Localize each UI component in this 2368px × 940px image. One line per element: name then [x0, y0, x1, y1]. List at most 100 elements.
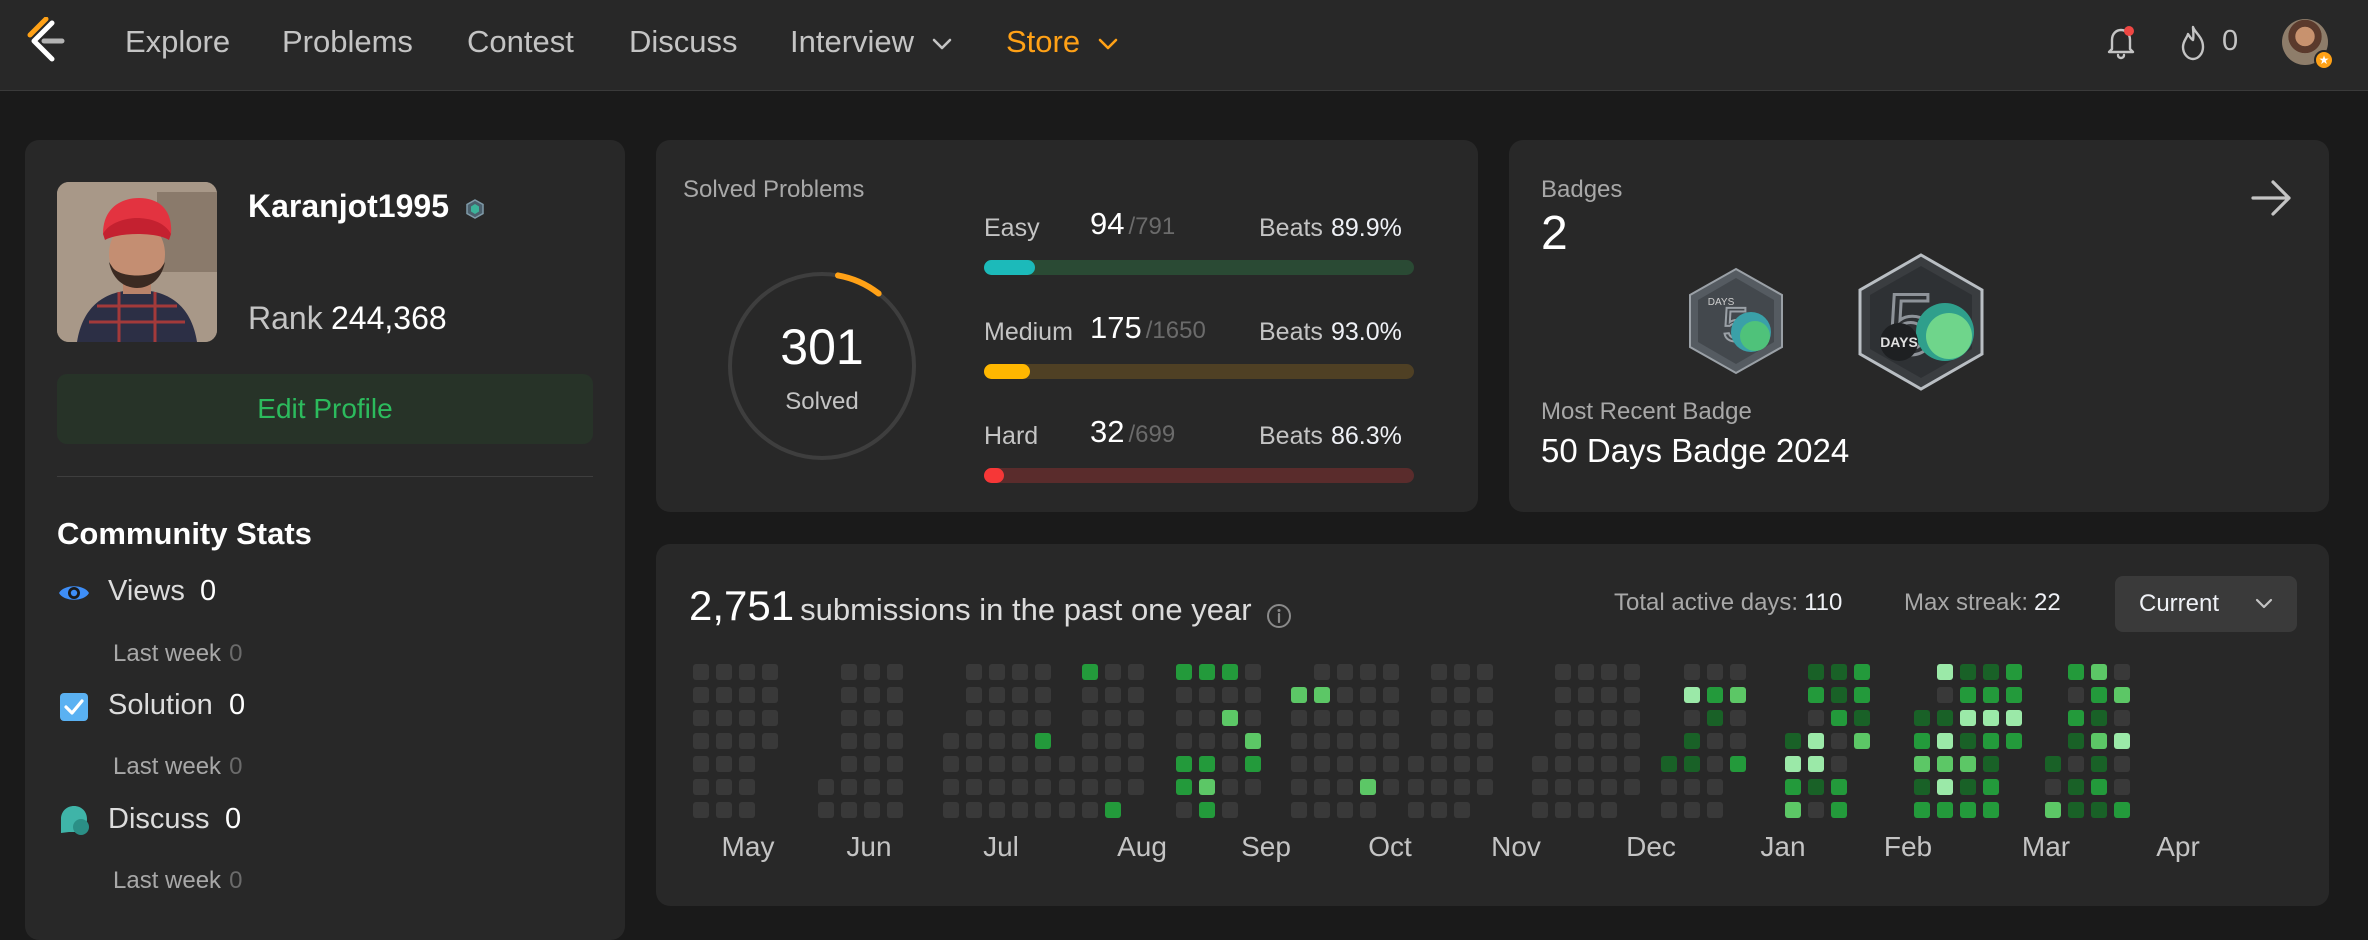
heatmap-cell[interactable]	[864, 756, 880, 772]
heatmap-cell[interactable]	[1199, 687, 1215, 703]
heatmap-cell[interactable]	[1035, 802, 1051, 818]
nav-discuss[interactable]: Discuss	[629, 24, 738, 60]
heatmap-cell[interactable]	[1199, 733, 1215, 749]
heatmap-cell[interactable]	[1831, 779, 1847, 795]
heatmap-cell[interactable]	[1199, 802, 1215, 818]
heatmap-cell[interactable]	[841, 779, 857, 795]
heatmap-cell[interactable]	[1785, 779, 1801, 795]
heatmap-cell[interactable]	[2068, 733, 2084, 749]
heatmap-cell[interactable]	[943, 802, 959, 818]
heatmap-cell[interactable]	[1684, 802, 1700, 818]
range-select[interactable]: Current	[2115, 576, 2297, 632]
heatmap-cell[interactable]	[739, 710, 755, 726]
heatmap-cell[interactable]	[966, 756, 982, 772]
heatmap-cell[interactable]	[1082, 664, 1098, 680]
heatmap-cell[interactable]	[1105, 664, 1121, 680]
heatmap-cell[interactable]	[1360, 756, 1376, 772]
heatmap-cell[interactable]	[2045, 756, 2061, 772]
heatmap-cell[interactable]	[739, 779, 755, 795]
heatmap-cell[interactable]	[2091, 687, 2107, 703]
heatmap-cell[interactable]	[1624, 710, 1640, 726]
nav-explore[interactable]: Explore	[125, 24, 230, 60]
heatmap-cell[interactable]	[1105, 779, 1121, 795]
heatmap-cell[interactable]	[1808, 687, 1824, 703]
heatmap-cell[interactable]	[1431, 756, 1447, 772]
heatmap-cell[interactable]	[2091, 710, 2107, 726]
heatmap-cell[interactable]	[762, 687, 778, 703]
heatmap-cell[interactable]	[818, 779, 834, 795]
heatmap-cell[interactable]	[989, 664, 1005, 680]
heatmap-cell[interactable]	[1578, 802, 1594, 818]
heatmap-cell[interactable]	[1408, 756, 1424, 772]
heatmap-cell[interactable]	[1914, 802, 1930, 818]
heatmap-cell[interactable]	[1082, 779, 1098, 795]
heatmap-cell[interactable]	[1831, 756, 1847, 772]
heatmap-cell[interactable]	[1831, 733, 1847, 749]
heatmap-cell[interactable]	[1808, 802, 1824, 818]
heatmap-cell[interactable]	[762, 710, 778, 726]
heatmap-cell[interactable]	[2114, 687, 2130, 703]
heatmap-cell[interactable]	[1314, 733, 1330, 749]
heatmap-cell[interactable]	[1176, 687, 1192, 703]
heatmap-cell[interactable]	[1128, 687, 1144, 703]
heatmap-cell[interactable]	[1707, 664, 1723, 680]
heatmap-cell[interactable]	[1337, 779, 1353, 795]
heatmap-cell[interactable]	[1383, 756, 1399, 772]
heatmap-cell[interactable]	[1707, 710, 1723, 726]
heatmap-cell[interactable]	[1176, 802, 1192, 818]
heatmap-cell[interactable]	[1661, 756, 1677, 772]
heatmap-cell[interactable]	[1105, 733, 1121, 749]
heatmap-cell[interactable]	[716, 779, 732, 795]
leetcode-logo[interactable]	[22, 17, 66, 65]
heatmap-cell[interactable]	[2114, 779, 2130, 795]
heatmap-cell[interactable]	[1831, 687, 1847, 703]
heatmap-cell[interactable]	[1082, 756, 1098, 772]
heatmap-cell[interactable]	[1128, 756, 1144, 772]
heatmap-cell[interactable]	[1532, 779, 1548, 795]
heatmap-cell[interactable]	[1624, 687, 1640, 703]
heatmap-cell[interactable]	[1983, 664, 1999, 680]
heatmap-cell[interactable]	[1360, 779, 1376, 795]
heatmap-cell[interactable]	[1730, 710, 1746, 726]
heatmap-cell[interactable]	[1383, 779, 1399, 795]
heatmap-cell[interactable]	[1199, 664, 1215, 680]
heatmap-cell[interactable]	[1454, 733, 1470, 749]
heatmap-cell[interactable]	[1914, 733, 1930, 749]
heatmap-cell[interactable]	[1291, 733, 1307, 749]
heatmap-cell[interactable]	[1431, 687, 1447, 703]
heatmap-cell[interactable]	[1684, 710, 1700, 726]
heatmap-cell[interactable]	[1431, 733, 1447, 749]
heatmap-cell[interactable]	[1360, 802, 1376, 818]
heatmap-cell[interactable]	[1555, 779, 1571, 795]
heatmap-cell[interactable]	[989, 687, 1005, 703]
heatmap-cell[interactable]	[2114, 710, 2130, 726]
heatmap-cell[interactable]	[1914, 710, 1930, 726]
50-days-badge-large-icon[interactable]: 5 DAYS	[1855, 252, 1987, 392]
heatmap-cell[interactable]	[818, 802, 834, 818]
heatmap-cell[interactable]	[1555, 802, 1571, 818]
heatmap-cell[interactable]	[1914, 779, 1930, 795]
heatmap-cell[interactable]	[1222, 733, 1238, 749]
heatmap-cell[interactable]	[693, 779, 709, 795]
heatmap-cell[interactable]	[864, 802, 880, 818]
heatmap-cell[interactable]	[864, 687, 880, 703]
heatmap-cell[interactable]	[966, 802, 982, 818]
heatmap-cell[interactable]	[1684, 733, 1700, 749]
heatmap-cell[interactable]	[1601, 664, 1617, 680]
heatmap-cell[interactable]	[2068, 802, 2084, 818]
heatmap-cell[interactable]	[864, 710, 880, 726]
heatmap-cell[interactable]	[1831, 802, 1847, 818]
heatmap-cell[interactable]	[1578, 710, 1594, 726]
heatmap-cell[interactable]	[1532, 756, 1548, 772]
heatmap-cell[interactable]	[1245, 710, 1261, 726]
heatmap-cell[interactable]	[1601, 687, 1617, 703]
heatmap-cell[interactable]	[1245, 687, 1261, 703]
heatmap-cell[interactable]	[989, 756, 1005, 772]
heatmap-cell[interactable]	[1785, 756, 1801, 772]
heatmap-cell[interactable]	[1431, 802, 1447, 818]
heatmap-cell[interactable]	[1222, 710, 1238, 726]
heatmap-cell[interactable]	[1983, 756, 1999, 772]
heatmap-cell[interactable]	[1337, 802, 1353, 818]
heatmap-cell[interactable]	[2114, 756, 2130, 772]
heatmap-cell[interactable]	[1059, 756, 1075, 772]
